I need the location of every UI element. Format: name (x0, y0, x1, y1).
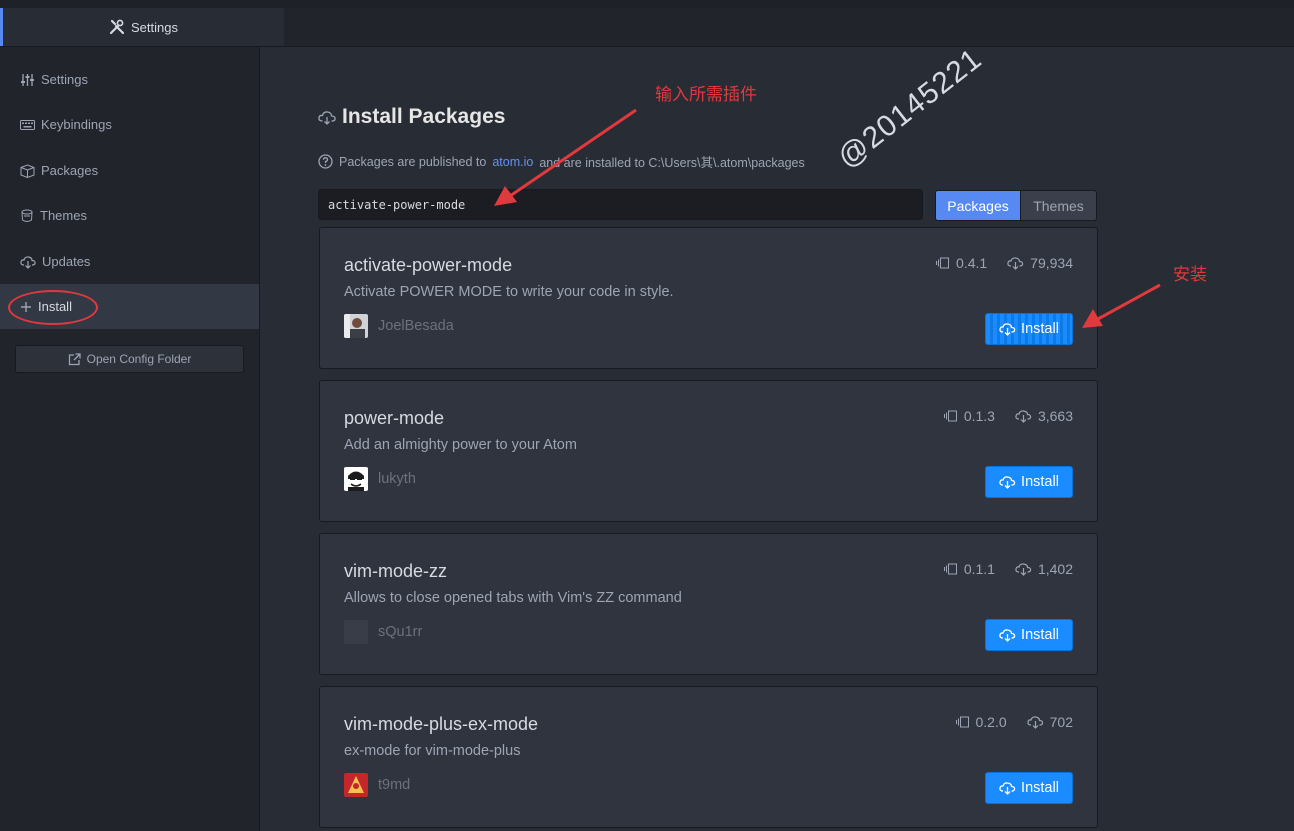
window-top-strip (0, 0, 1294, 8)
package-version: 0.1.1 (963, 561, 995, 577)
sidebar-item-updates[interactable]: Updates (0, 239, 259, 284)
author-name[interactable]: JoelBesada (378, 318, 454, 334)
avatar (344, 773, 368, 797)
install-button[interactable]: Install (985, 772, 1073, 804)
install-button-label: Install (1021, 780, 1059, 796)
package-card[interactable]: vim-mode-zz Allows to close opened tabs … (319, 533, 1098, 675)
package-search-input[interactable]: activate-power-mode (318, 189, 923, 220)
package-name[interactable]: vim-mode-zz (344, 561, 447, 582)
install-button-label: Install (1021, 321, 1059, 337)
hint-text-after: and are installed to C:\Users\其\.atom\pa… (539, 156, 805, 170)
sliders-icon (21, 73, 34, 86)
cloud-download-icon (999, 629, 1016, 642)
sidebar-item-label: Updates (42, 254, 91, 269)
tools-icon (109, 19, 125, 35)
cloud-download-icon (999, 476, 1016, 489)
atom-io-link[interactable]: atom.io (492, 155, 533, 169)
cloud-download-icon (318, 110, 336, 125)
open-config-folder-button[interactable]: Open Config Folder (15, 345, 244, 373)
annotation-install-hint: 安装 (1173, 265, 1207, 284)
versions-icon (955, 716, 969, 728)
author-name[interactable]: lukyth (378, 471, 416, 487)
package-description: Allows to close opened tabs with Vim's Z… (344, 590, 682, 606)
keyboard-icon (20, 119, 35, 130)
install-button-label: Install (1021, 474, 1059, 490)
package-description: Activate POWER MODE to write your code i… (344, 284, 674, 300)
package-version: 0.2.0 (975, 714, 1007, 730)
package-author[interactable]: t9md (344, 773, 410, 797)
install-button[interactable]: Install (985, 619, 1073, 651)
toggle-packages-button[interactable]: Packages (935, 190, 1021, 221)
package-icon (20, 163, 35, 178)
config-button-label: Open Config Folder (86, 352, 192, 366)
cloud-download-icon (20, 255, 36, 269)
package-card[interactable]: activate-power-mode Activate POWER MODE … (319, 227, 1098, 369)
package-description: Add an almighty power to your Atom (344, 437, 577, 453)
versions-icon (943, 563, 957, 575)
package-stats: 0.2.0 702 (955, 714, 1073, 730)
hint-text-before: Packages are published to (339, 154, 487, 169)
package-stats: 0.1.3 3,663 (943, 408, 1073, 424)
package-stats: 0.1.1 1,402 (943, 561, 1073, 577)
package-version: 0.1.3 (963, 408, 995, 424)
cloud-download-icon (1026, 716, 1043, 729)
sidebar-item-settings[interactable]: Settings (0, 57, 259, 102)
tab-title: Settings (131, 19, 178, 35)
install-button[interactable]: Install (985, 466, 1073, 498)
sidebar-item-label: Keybindings (41, 117, 112, 132)
sidebar-item-label: Themes (40, 208, 87, 223)
annotation-input-hint: 输入所需插件 (655, 85, 757, 104)
sidebar-item-keybindings[interactable]: Keybindings (0, 102, 259, 147)
package-name[interactable]: vim-mode-plus-ex-mode (344, 714, 538, 735)
package-author[interactable]: JoelBesada (344, 314, 454, 338)
package-stats: 0.4.1 79,934 (935, 255, 1073, 271)
avatar (344, 314, 368, 338)
versions-icon (943, 410, 957, 422)
tab-settings[interactable]: Settings (0, 8, 284, 46)
package-name[interactable]: activate-power-mode (344, 255, 512, 276)
search-type-toggle: Packages Themes (935, 190, 1097, 221)
cloud-download-icon (1015, 563, 1032, 576)
package-author[interactable]: lukyth (344, 467, 416, 491)
package-downloads: 1,402 (1037, 561, 1073, 577)
question-icon (318, 154, 333, 169)
cloud-download-icon (1007, 257, 1024, 270)
paintcan-icon (21, 209, 33, 222)
cloud-download-icon (1015, 410, 1032, 423)
package-author[interactable]: sQu1rr (344, 620, 422, 644)
package-name[interactable]: power-mode (344, 408, 444, 429)
author-name[interactable]: t9md (378, 777, 410, 793)
package-downloads: 702 (1049, 714, 1073, 730)
external-link-icon (68, 352, 81, 365)
cloud-download-icon (999, 323, 1016, 336)
avatar (344, 467, 368, 491)
install-location-hint: Packages are published to atom.io and ar… (318, 152, 805, 171)
package-downloads: 3,663 (1037, 408, 1073, 424)
package-description: ex-mode for vim-mode-plus (344, 743, 521, 759)
sidebar-item-packages[interactable]: Packages (0, 148, 259, 193)
annotation-circle (8, 290, 98, 325)
page-title-text: Install Packages (342, 105, 506, 128)
versions-icon (936, 257, 950, 269)
package-card[interactable]: vim-mode-plus-ex-mode ex-mode for vim-mo… (319, 686, 1098, 828)
tab-bar: Settings (0, 8, 1294, 47)
install-panel: Install Packages Packages are published … (260, 47, 1294, 831)
page-title: Install Packages (318, 105, 505, 129)
package-downloads: 79,934 (1030, 255, 1073, 271)
sidebar-item-themes[interactable]: Themes (0, 193, 259, 238)
cloud-download-icon (999, 782, 1016, 795)
author-name[interactable]: sQu1rr (378, 624, 422, 640)
toggle-themes-button[interactable]: Themes (1021, 190, 1097, 221)
package-version: 0.4.1 (956, 255, 988, 271)
install-button[interactable]: Install (985, 313, 1073, 345)
settings-sidebar: Settings Keybindings Packages Themes Upd… (0, 47, 260, 831)
package-card[interactable]: power-mode Add an almighty power to your… (319, 380, 1098, 522)
sidebar-item-label: Packages (41, 163, 99, 178)
install-button-label: Install (1021, 627, 1059, 643)
avatar (344, 620, 368, 644)
sidebar-item-label: Settings (41, 72, 88, 87)
